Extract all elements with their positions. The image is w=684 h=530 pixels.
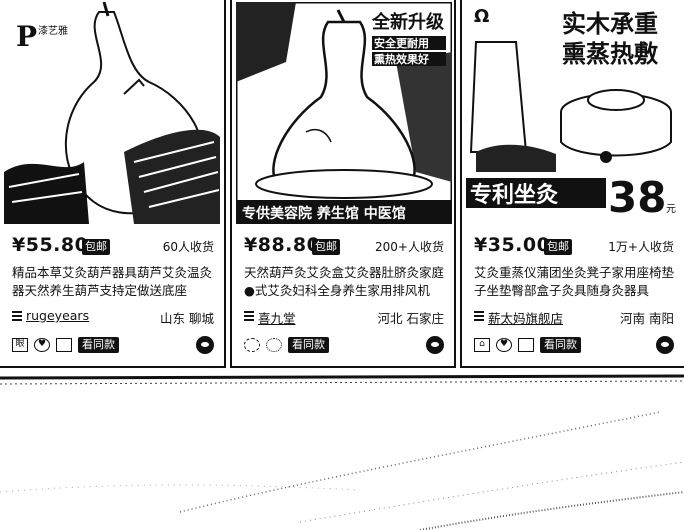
location: 河南 南阳	[620, 311, 674, 326]
find-similar-button[interactable]: 看同款	[540, 337, 581, 353]
price-row: ¥88.80 包邮 200+人收货	[244, 234, 444, 258]
gourd-moxa-illustration: 全新升级 安全更耐用 熏热效果好 专供美容院 养生馆 中医馆	[236, 2, 452, 224]
radio-icon	[244, 338, 260, 352]
tags-row: 看同款	[244, 336, 444, 356]
product-grid: P 漆艺雅 ¥55.80 包邮 60人收货 精品本草艾灸葫芦器具葫芦艾灸温灸器天…	[0, 0, 684, 372]
product-title[interactable]: 精品本草艾灸葫芦器具葫芦艾灸温灸器天然养生葫芦支持定做送底座	[12, 264, 214, 300]
shop-icon	[12, 311, 22, 321]
free-shipping-badge: 包邮	[312, 239, 340, 255]
location: 河北 石家庄	[377, 311, 444, 326]
sales-count: 200+人收货	[375, 240, 444, 254]
seat-moxa-illustration: Ω 实木承重 熏蒸热敷 专利坐灸 38 元	[466, 2, 682, 224]
shop-link[interactable]: 喜九堂	[258, 308, 296, 327]
shop-icon	[474, 311, 484, 321]
price-unit: 元	[666, 204, 676, 215]
service-icon: 眼	[12, 338, 28, 352]
cart-icon: ⌂	[474, 338, 490, 352]
scan-noise-background	[0, 372, 684, 530]
shop-row: 喜九堂 河北 石家庄	[244, 308, 444, 326]
brand-logo-icon: Ω	[474, 6, 489, 27]
shop-row: 薪太妈旗舰店 河南 南阳	[474, 308, 674, 326]
headline-text: 全新升级	[371, 11, 445, 33]
circle-icon	[266, 338, 282, 352]
find-similar-button[interactable]: 看同款	[288, 337, 329, 353]
price: ¥55.80	[12, 234, 89, 256]
product-title[interactable]: 艾灸重蒸仪蒲团坐灸凳子家用座椅垫子坐垫臀部盒子灸具随身灸器具	[474, 264, 674, 300]
shop-row: rugeyears 山东 聊城	[12, 308, 214, 326]
headline-line-1: 实木承重	[562, 10, 658, 38]
gourd-product-illustration: P 漆艺雅	[4, 2, 220, 224]
price: ¥35.00	[474, 234, 551, 256]
product-image[interactable]: 全新升级 安全更耐用 熏热效果好 专供美容院 养生馆 中医馆	[236, 2, 452, 224]
banner-text: 专利坐灸	[470, 182, 558, 208]
product-image[interactable]: Ω 实木承重 熏蒸热敷 专利坐灸 38 元	[466, 2, 682, 224]
checkbox-icon	[56, 338, 72, 352]
shop-icon	[244, 311, 254, 321]
price-row: ¥35.00 包邮 1万+人收货	[474, 234, 674, 258]
tags-row: 眼 ♥ 看同款	[12, 336, 214, 356]
shop-link[interactable]: 薪太妈旗舰店	[488, 308, 563, 327]
chat-icon[interactable]	[196, 336, 214, 354]
location: 山东 聊城	[160, 311, 214, 326]
tags-row: ⌂ ♥ 看同款	[474, 336, 674, 356]
brand-logo-text: 漆艺雅	[38, 24, 68, 37]
shop-link[interactable]: rugeyears	[26, 308, 89, 323]
bottom-banner-text: 专供美容院 养生馆 中医馆	[242, 205, 406, 222]
price: ¥88.80	[244, 234, 321, 256]
price-row: ¥55.80 包邮 60人收货	[12, 234, 214, 258]
free-shipping-badge: 包邮	[544, 239, 572, 255]
heart-icon: ♥	[496, 338, 512, 352]
product-card[interactable]: 全新升级 安全更耐用 熏热效果好 专供美容院 养生馆 中医馆 ¥88.80 包邮…	[230, 0, 456, 368]
chat-icon[interactable]	[656, 336, 674, 354]
chat-icon[interactable]	[426, 336, 444, 354]
heart-icon: ♥	[34, 338, 50, 352]
product-card[interactable]: P 漆艺雅 ¥55.80 包邮 60人收货 精品本草艾灸葫芦器具葫芦艾灸温灸器天…	[0, 0, 226, 368]
find-similar-button[interactable]: 看同款	[78, 337, 119, 353]
sales-count: 60人收货	[162, 240, 214, 254]
big-price-number: 38	[608, 173, 666, 222]
subhead-1: 安全更耐用	[374, 36, 429, 50]
sales-count: 1万+人收货	[608, 240, 674, 254]
product-card[interactable]: Ω 实木承重 熏蒸热敷 专利坐灸 38 元 ¥35.00 包邮 1万+人收货 艾…	[460, 0, 684, 368]
product-image[interactable]: P 漆艺雅	[4, 2, 220, 224]
svg-text:P: P	[16, 20, 37, 53]
checkbox-icon	[518, 338, 534, 352]
product-title[interactable]: 天然葫芦灸艾灸盒艾灸器肚脐灸家庭●式艾灸妇科全身养生家用排风机	[244, 264, 444, 300]
subhead-2: 熏热效果好	[374, 52, 429, 66]
headline-line-2: 熏蒸热敷	[562, 40, 659, 68]
free-shipping-badge: 包邮	[82, 239, 110, 255]
